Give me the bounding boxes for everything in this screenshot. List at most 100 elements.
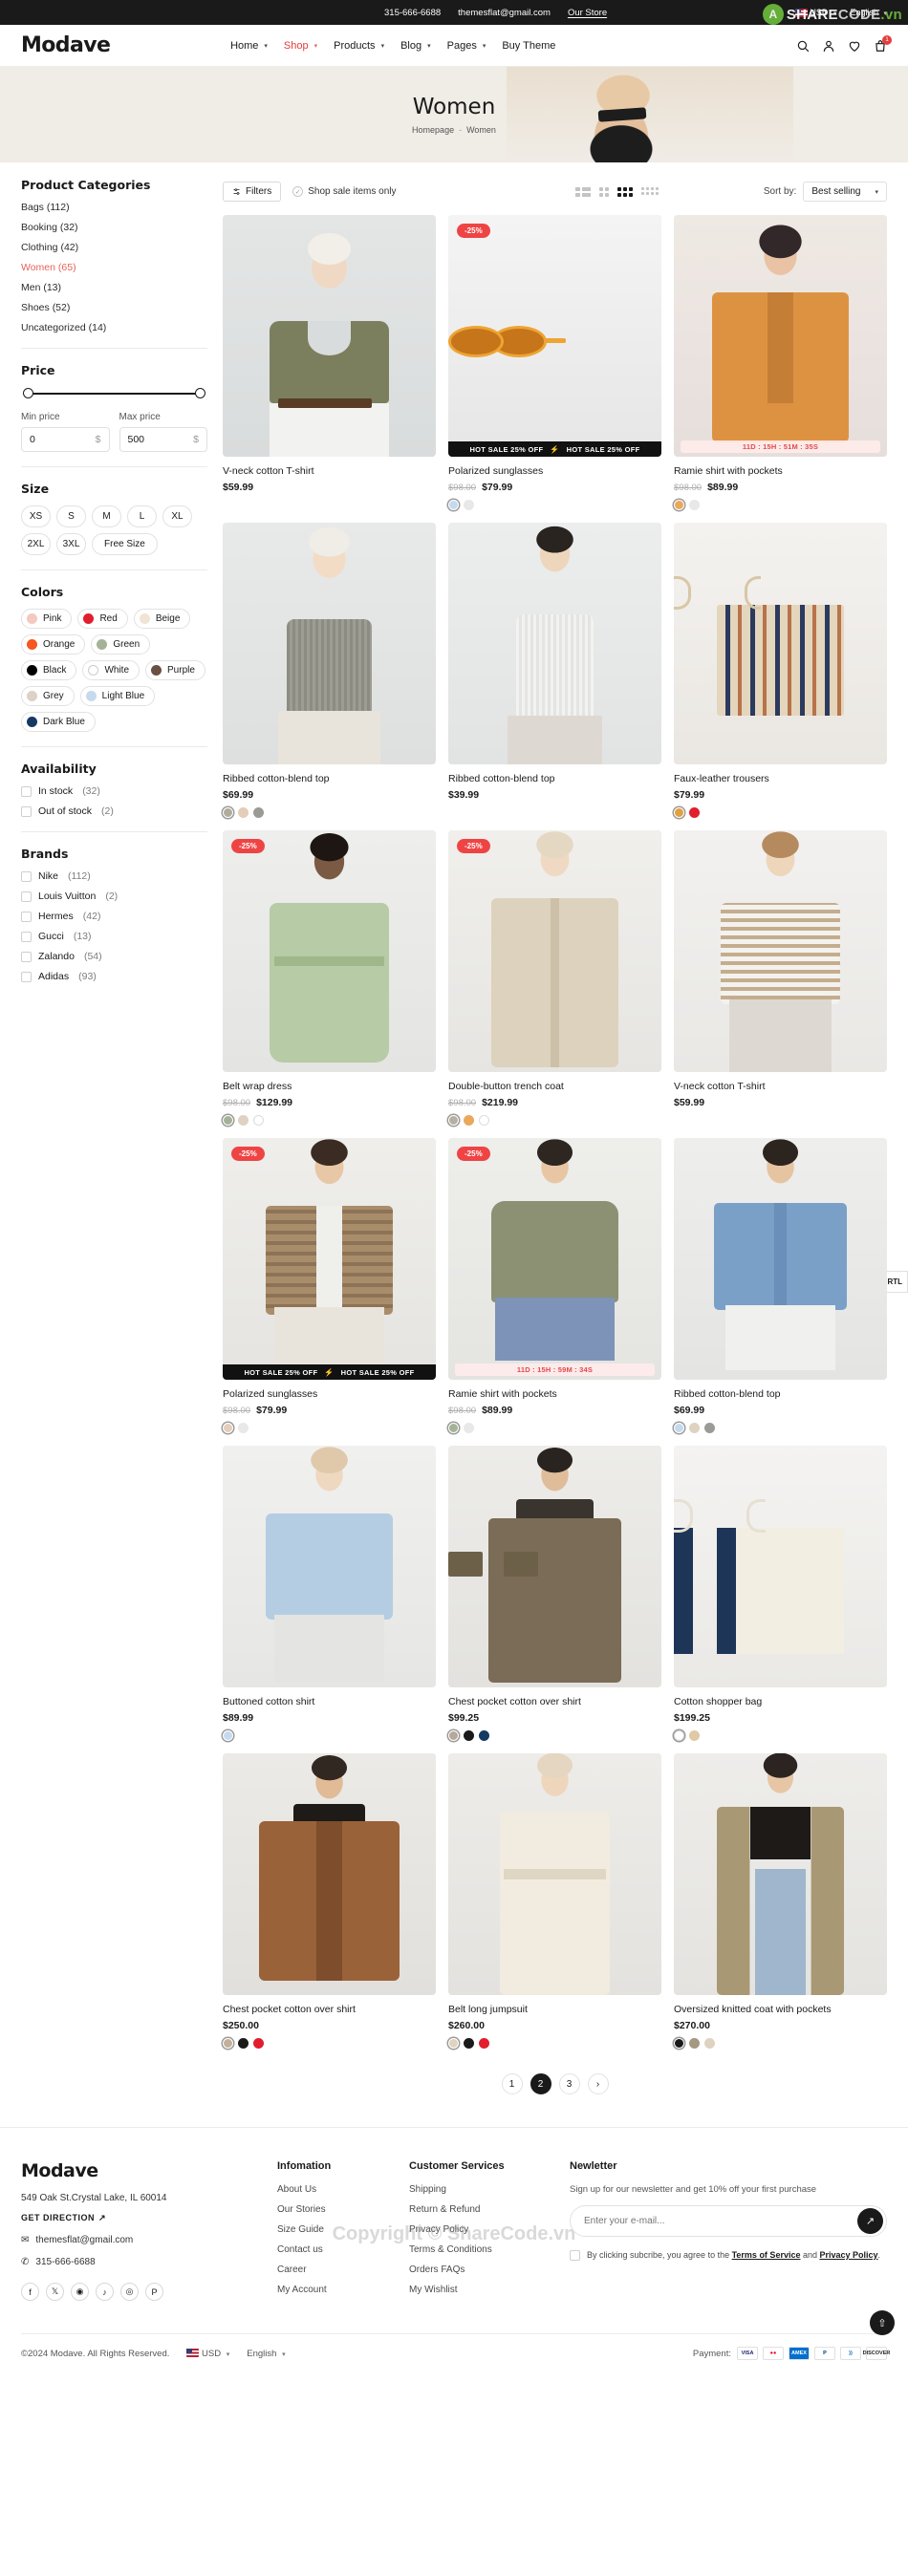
color-chip-grey[interactable]: Grey: [21, 686, 75, 706]
social-icon[interactable]: f: [21, 2283, 39, 2301]
availability-option[interactable]: In stock (32): [21, 785, 207, 797]
brand-option[interactable]: Louis Vuitton (2): [21, 891, 207, 902]
brand-option[interactable]: Zalando (54): [21, 951, 207, 962]
nav-item-buy-theme[interactable]: Buy Theme: [502, 40, 555, 52]
privacy-policy-link[interactable]: Privacy Policy: [820, 2250, 878, 2260]
color-chip-light-blue[interactable]: Light Blue: [79, 686, 156, 706]
footer-link[interactable]: Size Guide: [277, 2224, 392, 2235]
product-image[interactable]: [674, 523, 887, 764]
product-swatch[interactable]: [253, 1115, 264, 1126]
price-slider-min-handle[interactable]: [23, 388, 33, 398]
product-card[interactable]: Ribbed cotton-blend top $69.99: [223, 523, 436, 818]
category-item[interactable]: Bags (112): [21, 202, 207, 213]
product-swatch[interactable]: [689, 500, 700, 510]
checkbox[interactable]: [21, 870, 32, 882]
scroll-to-top-button[interactable]: ⇧: [870, 2310, 895, 2335]
product-image[interactable]: [674, 830, 887, 1072]
product-name[interactable]: Oversized knitted coat with pockets: [674, 2004, 887, 2015]
color-chip-green[interactable]: Green: [91, 634, 151, 655]
category-item[interactable]: Men (13): [21, 282, 207, 293]
footer-link[interactable]: Shipping: [409, 2184, 552, 2195]
product-swatch[interactable]: [479, 1730, 489, 1741]
wishlist-heart-icon[interactable]: [848, 39, 861, 53]
product-swatch[interactable]: [689, 807, 700, 818]
product-name[interactable]: Belt wrap dress: [223, 1081, 436, 1092]
topbar-currency-selector[interactable]: USD ▾: [794, 8, 836, 18]
product-swatch[interactable]: [223, 1730, 233, 1741]
product-image[interactable]: -25% 11D : 15H : 59M : 34S: [448, 1138, 661, 1380]
product-swatch[interactable]: [464, 2038, 474, 2049]
checkbox[interactable]: [21, 931, 32, 942]
shop-sale-only-toggle[interactable]: ✓ Shop sale items only: [292, 186, 397, 197]
product-name[interactable]: Ribbed cotton-blend top: [223, 773, 436, 784]
product-name[interactable]: Double-button trench coat: [448, 1081, 661, 1092]
page-button[interactable]: 3: [558, 2073, 580, 2094]
product-card[interactable]: 11D : 15H : 51M : 35S Ramie shirt with p…: [674, 215, 887, 510]
size-chip-2xl[interactable]: 2XL: [21, 533, 51, 555]
product-name[interactable]: Ribbed cotton-blend top: [674, 1388, 887, 1400]
footer-link[interactable]: Terms & Conditions: [409, 2244, 552, 2255]
footer-language-selector[interactable]: English ▾: [247, 2349, 285, 2359]
product-image[interactable]: -25%: [448, 830, 661, 1072]
product-image[interactable]: [674, 1753, 887, 1995]
newsletter-agree-checkbox[interactable]: [570, 2250, 580, 2261]
social-icon[interactable]: ♪: [96, 2283, 114, 2301]
social-icon[interactable]: P: [145, 2283, 163, 2301]
product-swatch[interactable]: [448, 500, 459, 510]
product-swatch[interactable]: [674, 500, 684, 510]
product-card[interactable]: -25% HOT SALE 25% OFF ⚡ HOT SALE 25% OFF…: [223, 1138, 436, 1433]
footer-link[interactable]: My Wishlist: [409, 2285, 552, 2295]
product-image[interactable]: 11D : 15H : 51M : 35S: [674, 215, 887, 457]
product-swatch[interactable]: [464, 1115, 474, 1126]
social-icon[interactable]: 𝕏: [46, 2283, 64, 2301]
product-card[interactable]: Ribbed cotton-blend top $39.99: [448, 523, 661, 818]
footer-link[interactable]: Our Stories: [277, 2204, 392, 2215]
product-card[interactable]: Cotton shopper bag $199.25: [674, 1446, 887, 1741]
product-image[interactable]: [448, 1753, 661, 1995]
product-name[interactable]: Cotton shopper bag: [674, 1696, 887, 1707]
product-swatch[interactable]: [448, 1115, 459, 1126]
product-swatch[interactable]: [448, 2038, 459, 2049]
price-range-slider[interactable]: [23, 387, 205, 400]
size-chip-l[interactable]: L: [127, 505, 157, 527]
product-swatch[interactable]: [253, 2038, 264, 2049]
product-image[interactable]: [223, 1753, 436, 1995]
sort-by-select[interactable]: Best selling ▾: [803, 182, 887, 202]
cart-icon[interactable]: 1: [874, 34, 892, 53]
availability-option[interactable]: Out of stock (2): [21, 805, 207, 817]
nav-item-shop[interactable]: Shop ▾: [284, 40, 317, 52]
category-item[interactable]: Clothing (42): [21, 242, 207, 253]
product-name[interactable]: V-neck cotton T-shirt: [674, 1081, 887, 1092]
product-card[interactable]: -25% Double-button trench coat $98.00 $2…: [448, 830, 661, 1126]
footer-link[interactable]: Orders FAQs: [409, 2265, 552, 2275]
footer-link[interactable]: Contact us: [277, 2244, 392, 2255]
product-swatch[interactable]: [238, 2038, 249, 2049]
layout-grid-4[interactable]: [640, 186, 659, 197]
checkbox[interactable]: [21, 911, 32, 922]
max-price-input[interactable]: 500 $: [119, 427, 207, 452]
product-name[interactable]: Faux-leather trousers: [674, 773, 887, 784]
product-swatch[interactable]: [464, 1730, 474, 1741]
product-name[interactable]: Chest pocket cotton over shirt: [448, 1696, 661, 1707]
size-chip-s[interactable]: S: [56, 505, 86, 527]
nav-item-products[interactable]: Products ▾: [334, 40, 384, 52]
product-card[interactable]: Buttoned cotton shirt $89.99: [223, 1446, 436, 1741]
product-swatch[interactable]: [238, 1115, 249, 1126]
brand-option[interactable]: Hermes (42): [21, 911, 207, 922]
product-card[interactable]: -25% Belt wrap dress $98.00 $129.99: [223, 830, 436, 1126]
newsletter-submit-button[interactable]: ↗: [857, 2208, 883, 2234]
get-direction-link[interactable]: GET DIRECTION ↗: [21, 2213, 260, 2223]
footer-link[interactable]: Return & Refund: [409, 2204, 552, 2215]
product-image[interactable]: [448, 1446, 661, 1687]
footer-currency-selector[interactable]: USD ▾: [186, 2349, 229, 2359]
breadcrumb-home[interactable]: Homepage: [412, 125, 454, 135]
min-price-input[interactable]: 0 $: [21, 427, 110, 452]
product-swatch[interactable]: [689, 2038, 700, 2049]
checkbox[interactable]: [21, 951, 32, 962]
checkbox[interactable]: [21, 805, 32, 817]
product-name[interactable]: Buttoned cotton shirt: [223, 1696, 436, 1707]
checkbox[interactable]: [21, 785, 32, 797]
social-icon[interactable]: ◎: [120, 2283, 139, 2301]
product-name[interactable]: Polarized sunglasses: [448, 465, 661, 477]
category-item[interactable]: Booking (32): [21, 222, 207, 233]
